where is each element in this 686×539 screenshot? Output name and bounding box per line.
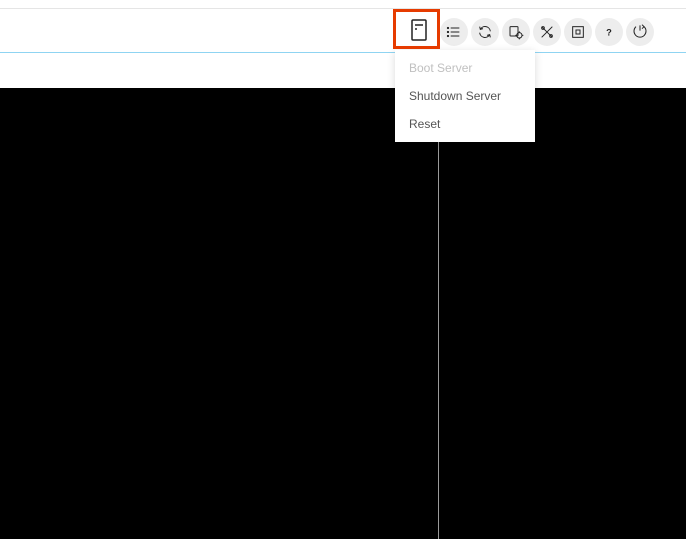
menu-item-reset[interactable]: Reset bbox=[395, 110, 535, 138]
help-button[interactable]: ? bbox=[595, 18, 623, 46]
menu-item-boot-server: Boot Server bbox=[395, 54, 535, 82]
console-pane-divider[interactable] bbox=[438, 88, 439, 539]
settings-gear-icon bbox=[508, 24, 524, 40]
refresh-icon bbox=[477, 24, 493, 40]
server-power-dropdown: Boot Server Shutdown Server Reset bbox=[395, 50, 535, 142]
fullscreen-button[interactable] bbox=[564, 18, 592, 46]
server-power-button[interactable] bbox=[409, 18, 429, 42]
toolbar: ? bbox=[440, 18, 654, 46]
tools-button[interactable] bbox=[533, 18, 561, 46]
help-icon: ? bbox=[601, 24, 617, 40]
server-icon bbox=[409, 18, 429, 42]
svg-text:?: ? bbox=[606, 27, 612, 37]
tab-underline bbox=[0, 52, 686, 53]
list-button[interactable] bbox=[440, 18, 468, 46]
logout-button[interactable] bbox=[626, 18, 654, 46]
console-viewport[interactable] bbox=[0, 88, 686, 539]
list-icon bbox=[446, 24, 462, 40]
tools-icon bbox=[539, 24, 555, 40]
top-divider bbox=[0, 8, 686, 9]
menu-item-shutdown-server[interactable]: Shutdown Server bbox=[395, 82, 535, 110]
refresh-button[interactable] bbox=[471, 18, 499, 46]
fullscreen-icon bbox=[570, 24, 586, 40]
logout-icon bbox=[632, 24, 648, 40]
settings-button[interactable] bbox=[502, 18, 530, 46]
